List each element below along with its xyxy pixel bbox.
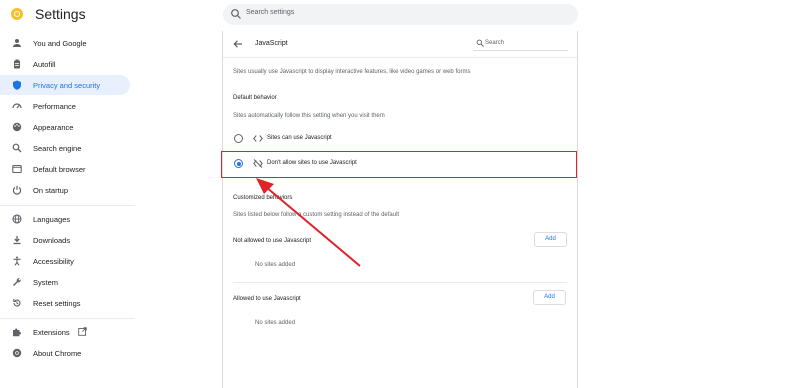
app-title: Settings bbox=[35, 6, 86, 22]
card-search-placeholder: Search bbox=[485, 40, 505, 46]
back-arrow-icon[interactable] bbox=[233, 39, 243, 49]
speedometer-icon bbox=[12, 103, 22, 109]
sidebar-item-reset-settings[interactable]: Reset settings bbox=[0, 293, 130, 313]
search-icon bbox=[231, 9, 241, 19]
download-icon bbox=[13, 236, 21, 245]
card-search-input[interactable]: Search bbox=[473, 37, 568, 51]
sidebar-item-autofill[interactable]: Autofill bbox=[0, 54, 130, 74]
page-description: Sites usually use Javascript to display … bbox=[233, 69, 471, 75]
top-bar: Settings Search settings bbox=[0, 0, 800, 30]
sidebar-item-you-and-google[interactable]: You and Google bbox=[0, 33, 130, 53]
sidebar-item-default-browser[interactable]: Default browser bbox=[0, 159, 130, 179]
highlight-box bbox=[221, 151, 577, 178]
default-behavior-heading: Default behavior bbox=[233, 95, 277, 101]
add-allowed-site-button[interactable]: Add bbox=[533, 290, 566, 305]
puzzle-icon bbox=[13, 328, 22, 337]
sidebar-item-privacy-and-security[interactable]: Privacy and security bbox=[0, 75, 130, 95]
globe-icon bbox=[12, 214, 22, 224]
section-divider bbox=[233, 282, 567, 283]
code-icon bbox=[253, 135, 263, 142]
wrench-icon bbox=[13, 278, 21, 286]
chrome-settings-logo bbox=[11, 8, 23, 20]
add-not-allowed-site-button[interactable]: Add bbox=[534, 232, 567, 247]
option-allow-label: Sites can use Javascript bbox=[267, 135, 332, 141]
sidebar-divider bbox=[0, 318, 135, 319]
sidebar-item-appearance[interactable]: Appearance bbox=[0, 117, 130, 137]
reset-icon bbox=[13, 299, 21, 307]
title-divider bbox=[223, 57, 577, 58]
sidebar-item-languages[interactable]: Languages bbox=[0, 209, 130, 229]
sidebar-item-system[interactable]: System bbox=[0, 272, 130, 292]
not-allowed-label: Not allowed to use Javascript bbox=[233, 238, 312, 244]
allowed-empty-text: No sites added bbox=[255, 320, 296, 326]
default-behavior-subtext: Sites automatically follow this setting … bbox=[233, 113, 385, 119]
clipboard-icon bbox=[14, 59, 20, 69]
palette-icon bbox=[12, 122, 22, 132]
not-allowed-empty-text: No sites added bbox=[255, 262, 296, 268]
search-placeholder: Search settings bbox=[246, 9, 295, 16]
search-icon bbox=[476, 39, 484, 47]
sidebar-item-extensions[interactable]: Extensions bbox=[0, 322, 130, 342]
external-link-icon bbox=[78, 327, 87, 336]
javascript-settings-card: JavaScript Search Sites usually use Java… bbox=[222, 31, 578, 388]
shield-icon bbox=[13, 80, 21, 90]
sidebar-item-search-engine[interactable]: Search engine bbox=[0, 138, 130, 158]
sidebar-item-accessibility[interactable]: Accessibility bbox=[0, 251, 130, 271]
sidebar-item-downloads[interactable]: Downloads bbox=[0, 230, 130, 250]
sidebar-item-performance[interactable]: Performance bbox=[0, 96, 130, 116]
browser-icon bbox=[12, 164, 22, 174]
accessibility-icon bbox=[13, 256, 21, 266]
sidebar-divider bbox=[0, 205, 135, 206]
search-icon bbox=[12, 143, 22, 153]
radio-allow-javascript[interactable] bbox=[234, 134, 243, 143]
customized-behaviors-heading: Customized behaviors bbox=[233, 195, 293, 201]
sidebar-item-about-chrome[interactable]: About Chrome bbox=[0, 343, 130, 363]
power-icon bbox=[12, 185, 22, 195]
allowed-label: Allowed to use Javascript bbox=[233, 296, 301, 302]
customized-behaviors-subtext: Sites listed below follow a custom setti… bbox=[233, 212, 400, 218]
person-icon bbox=[13, 39, 21, 47]
page-title: JavaScript bbox=[255, 40, 288, 47]
sidebar: You and Google Autofill Privacy and secu… bbox=[0, 31, 135, 388]
sidebar-item-on-startup[interactable]: On startup bbox=[0, 180, 130, 200]
settings-search-input[interactable]: Search settings bbox=[223, 4, 578, 25]
chrome-icon bbox=[12, 348, 22, 358]
